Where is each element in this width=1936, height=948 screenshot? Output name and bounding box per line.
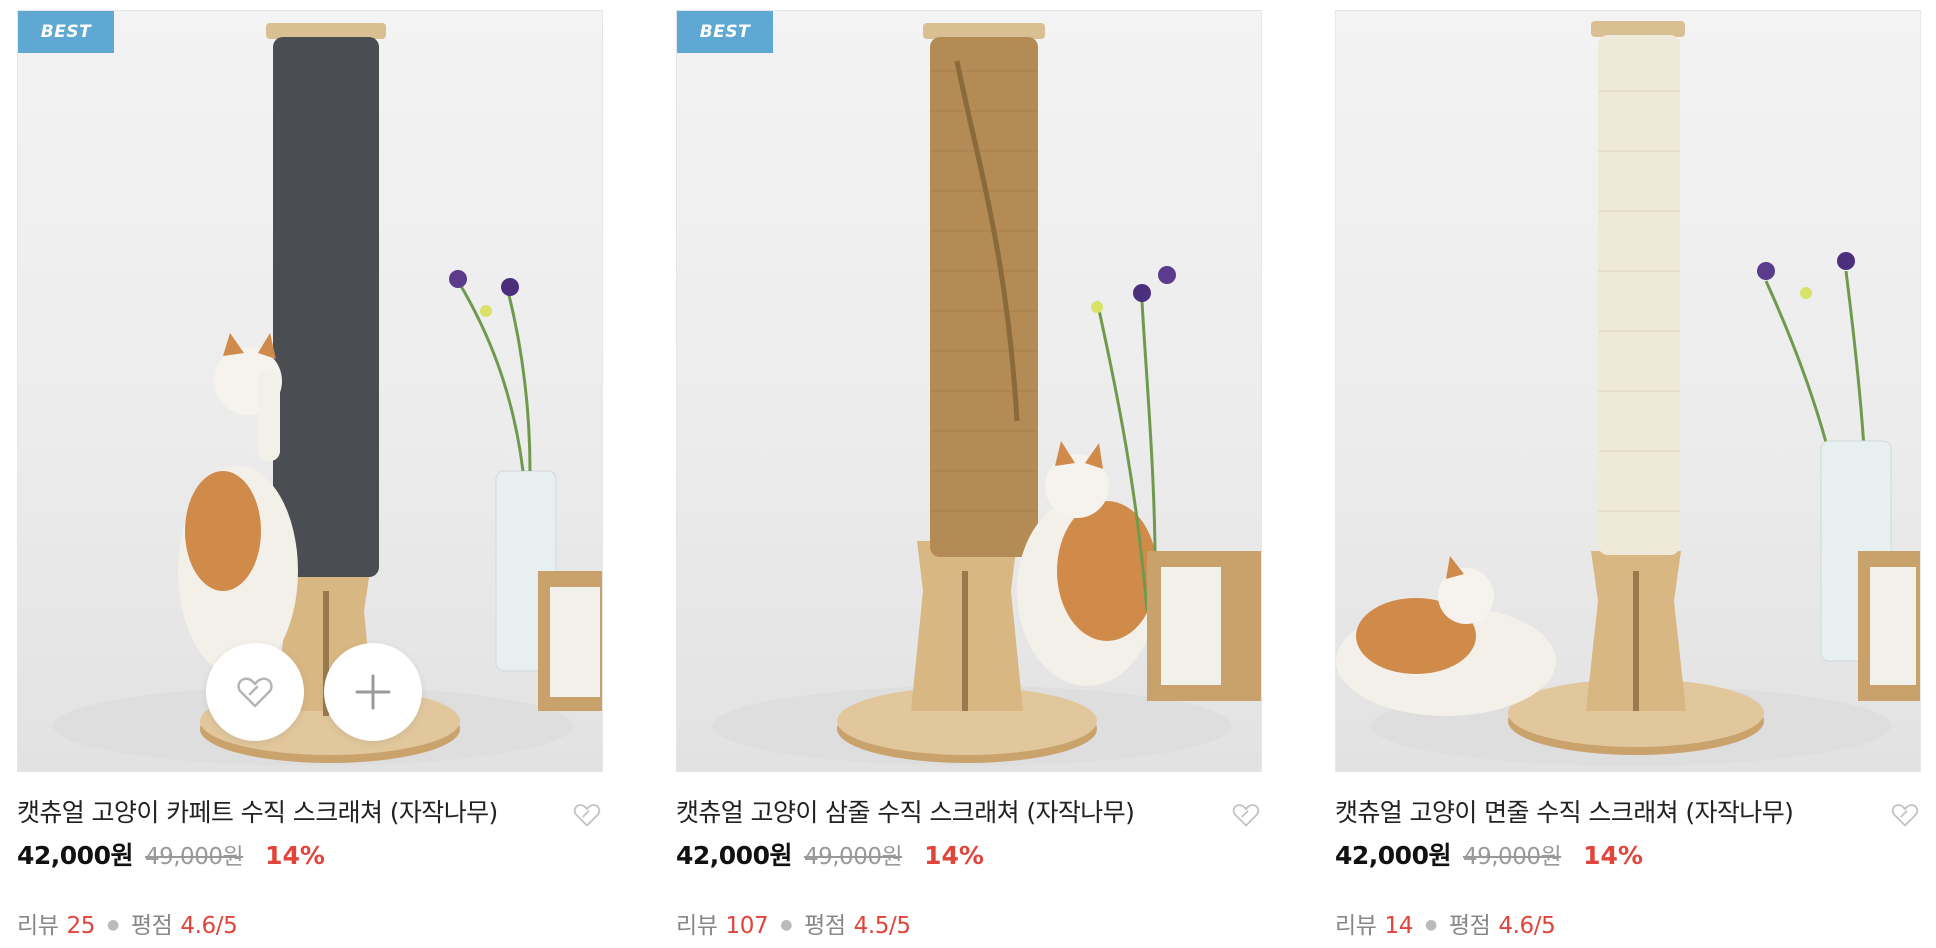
review-label: 리뷰 bbox=[17, 913, 59, 939]
review-label: 리뷰 bbox=[1335, 913, 1377, 939]
heart-tag-icon bbox=[1232, 804, 1260, 827]
rating-max: 5 bbox=[223, 913, 238, 939]
product-photo bbox=[53, 23, 602, 766]
product-title[interactable]: 캣츄얼 고양이 삼줄 수직 스크래쳐 (자작나무) bbox=[676, 796, 1216, 830]
discount-rate: 14% bbox=[924, 841, 984, 870]
wishlist-button[interactable] bbox=[569, 798, 605, 832]
product-photo bbox=[712, 23, 1261, 766]
add-to-cart-button[interactable] bbox=[324, 643, 422, 741]
product-card: BEST 캣츄얼 고양이 카페트 수직 스크래쳐 (자작나무) 42,000원 bbox=[17, 0, 605, 948]
product-image[interactable]: BEST bbox=[676, 10, 1262, 772]
review-count: 25 bbox=[66, 913, 96, 939]
rating-label: 평점 bbox=[130, 913, 173, 939]
review-count: 14 bbox=[1384, 913, 1414, 939]
add-to-wishlist-button[interactable] bbox=[206, 643, 304, 741]
rating-max: 5 bbox=[896, 913, 911, 939]
plus-icon bbox=[355, 674, 391, 710]
rating-value: 4.6 bbox=[180, 913, 216, 939]
price-row: 42,000원 49,000원 14% bbox=[1335, 836, 1643, 870]
price-row: 42,000원 49,000원 14% bbox=[676, 836, 984, 870]
best-badge: BEST bbox=[18, 11, 114, 53]
discount-rate: 14% bbox=[1583, 841, 1643, 870]
product-grid: BEST 캣츄얼 고양이 카페트 수직 스크래쳐 (자작나무) 42,000원 bbox=[0, 0, 1936, 948]
original-price: 49,000원 bbox=[1462, 844, 1562, 870]
product-card: BEST 캣츄얼 고양이 삼줄 수직 스크래쳐 (자작나무) 42,000원 4… bbox=[676, 0, 1264, 948]
product-title[interactable]: 캣츄얼 고양이 면줄 수직 스크래쳐 (자작나무) bbox=[1335, 796, 1875, 830]
discount-rate: 14% bbox=[265, 841, 325, 870]
rating-separator: / bbox=[888, 913, 897, 939]
rating-label: 평점 bbox=[804, 913, 846, 939]
heart-tag-icon bbox=[573, 804, 601, 827]
rating-max: 5 bbox=[1541, 913, 1556, 939]
rating-label: 평점 bbox=[1448, 913, 1491, 939]
product-image[interactable]: BEST bbox=[17, 10, 603, 772]
product-title[interactable]: 캣츄얼 고양이 카페트 수직 스크래쳐 (자작나무) bbox=[17, 796, 557, 830]
review-label: 리뷰 bbox=[676, 913, 718, 939]
wishlist-button[interactable] bbox=[1228, 798, 1264, 832]
review-meta: 리뷰 107 ● 평점 4.5 / 5 bbox=[676, 906, 911, 940]
separator-dot: ● bbox=[780, 917, 793, 933]
sale-price: 42,000원 bbox=[17, 841, 133, 870]
heart-tag-icon bbox=[237, 677, 273, 708]
product-image[interactable] bbox=[1335, 10, 1921, 772]
original-price: 49,000원 bbox=[144, 844, 244, 870]
sale-price: 42,000원 bbox=[676, 841, 792, 870]
price-row: 42,000원 49,000원 14% bbox=[17, 836, 325, 870]
rating-separator: / bbox=[215, 913, 224, 939]
original-price: 49,000원 bbox=[803, 844, 903, 870]
rating-value: 4.5 bbox=[853, 913, 890, 939]
product-card: 캣츄얼 고양이 면줄 수직 스크래쳐 (자작나무) 42,000원 49,000… bbox=[1335, 0, 1923, 948]
product-photo bbox=[1336, 21, 1920, 766]
best-badge: BEST bbox=[677, 11, 773, 53]
rating-separator: / bbox=[1533, 913, 1542, 939]
sale-price: 42,000원 bbox=[1335, 841, 1451, 870]
review-meta: 리뷰 25 ● 평점 4.6 / 5 bbox=[17, 906, 238, 940]
rating-value: 4.6 bbox=[1498, 913, 1534, 939]
separator-dot: ● bbox=[1425, 917, 1437, 933]
review-meta: 리뷰 14 ● 평점 4.6 / 5 bbox=[1335, 906, 1556, 940]
separator-dot: ● bbox=[107, 917, 119, 933]
review-count: 107 bbox=[725, 913, 769, 939]
heart-tag-icon bbox=[1891, 804, 1919, 827]
wishlist-button[interactable] bbox=[1887, 798, 1923, 832]
